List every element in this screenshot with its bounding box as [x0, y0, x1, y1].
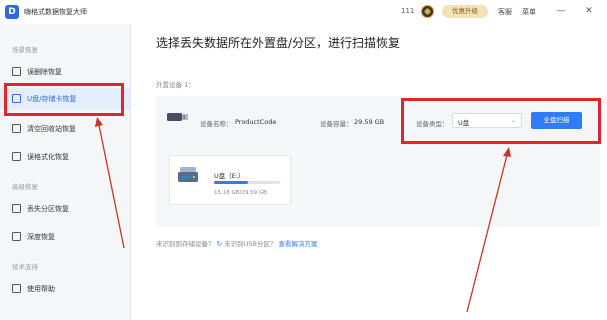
device-name-value: ProductCode: [235, 118, 277, 126]
sidebar-item-label: 误删除恢复: [27, 68, 62, 76]
sidebar-item-deep-recovery[interactable]: 深度恢复: [0, 226, 130, 248]
help-icon: [12, 284, 21, 293]
footer-usb-question: 未识别USB分区？: [224, 240, 277, 248]
app-logo: D: [5, 5, 19, 19]
external-device-label: 外置设备 1：: [156, 81, 195, 89]
sidebar-item-recycle-bin-recovery[interactable]: 清空回收站恢复: [0, 118, 130, 140]
format-icon: [12, 152, 21, 161]
usb-drive-icon: [178, 167, 198, 182]
page-title: 选择丢失数据所在外置盘/分区，进行扫描恢复: [156, 36, 401, 50]
drive-size: 15.18 GB/29.59 GB: [214, 190, 267, 196]
minimize-icon[interactable]: —: [554, 4, 568, 18]
sidebar-item-label: 丢失分区恢复: [27, 205, 69, 213]
footer-prefix: 未识别到存储设备？: [156, 240, 215, 248]
sidebar-item-format-recovery[interactable]: 误格式化恢复: [0, 146, 130, 168]
sidebar-item-deleted-recovery[interactable]: 误删除恢复: [0, 61, 130, 83]
device-name-label: 设备名称：: [200, 120, 233, 128]
drive-usage-bar: [214, 181, 280, 184]
sidebar-item-label: 误格式化恢复: [27, 153, 69, 161]
sidebar-section-advanced: 高级恢复: [12, 183, 38, 191]
device-capacity-label: 设备容量：: [320, 120, 353, 128]
footer-note: 未识别到存储设备？ ↻ 未识别USB分区？ 查看解决方案: [156, 238, 318, 248]
vip-avatar-icon[interactable]: [421, 5, 434, 18]
user-id: 111: [401, 7, 415, 15]
annotation-box-device-type: [401, 98, 601, 144]
drive-name: U盘（E:）: [214, 172, 245, 180]
view-solution-link[interactable]: 查看解决方案: [279, 240, 318, 248]
sidebar-section-support: 技术支持: [12, 263, 38, 271]
usb-stick-icon: [167, 113, 188, 121]
partition-icon: [12, 204, 21, 213]
sidebar-section-scene: 场景恢复: [12, 46, 38, 54]
close-icon[interactable]: ✕: [582, 4, 596, 18]
app-title: 嗨格式数据恢复大师: [24, 8, 87, 16]
sidebar-item-partition-recovery[interactable]: 丢失分区恢复: [0, 198, 130, 220]
sidebar-item-label: 使用帮助: [27, 285, 55, 293]
document-icon: [12, 67, 21, 76]
annotation-box-sidebar: [4, 83, 124, 116]
drive-usage-fill: [214, 181, 248, 184]
menu-link[interactable]: 菜单: [522, 7, 536, 17]
customer-service-link[interactable]: 客服: [498, 7, 512, 17]
deep-scan-icon: [12, 232, 21, 241]
sidebar-item-label: 清空回收站恢复: [27, 125, 76, 133]
refresh-icon[interactable]: ↻: [217, 240, 222, 248]
sidebar: 场景恢复 误删除恢复 U盘/存储卡恢复 清空回收站恢复 误格式化恢复 高级恢复 …: [0, 24, 131, 320]
device-capacity-value: 29.59 GB: [354, 118, 385, 126]
title-bar: D 嗨格式数据恢复大师 111 优惠升级 客服 菜单 — ✕: [0, 0, 607, 24]
upgrade-button[interactable]: 优惠升级: [442, 5, 488, 18]
sidebar-item-label: 深度恢复: [27, 233, 55, 241]
recycle-bin-icon: [12, 124, 21, 133]
sidebar-item-help[interactable]: 使用帮助: [0, 278, 130, 300]
